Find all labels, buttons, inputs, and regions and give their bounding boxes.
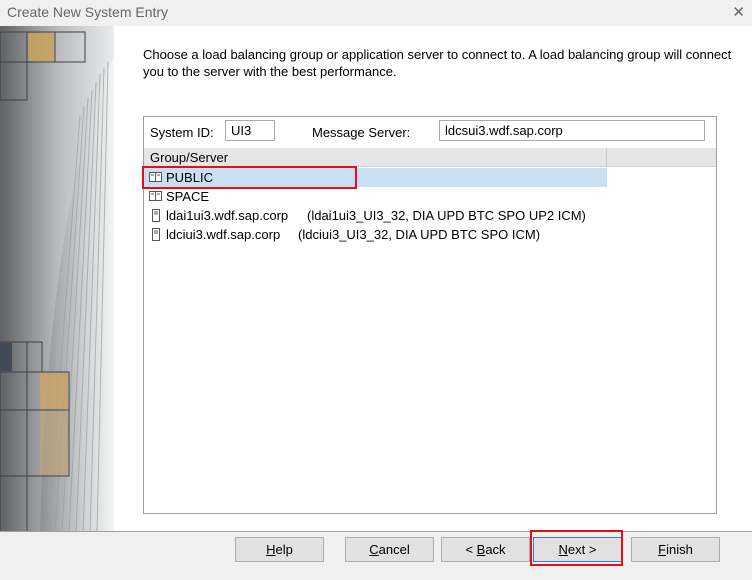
public-highlight-box	[142, 166, 357, 189]
message-server-label: Message Server:	[312, 125, 411, 140]
wizard-content: Choose a load balancing group or applica…	[114, 26, 752, 532]
server-icon	[149, 228, 163, 244]
building-illustration	[0, 26, 114, 532]
list-item-space[interactable]: SPACE	[144, 187, 716, 206]
help-button[interactable]: Help	[235, 537, 324, 562]
back-prefix: <	[465, 542, 477, 557]
system-id-field[interactable]: UI3	[225, 120, 275, 141]
intro-text: Choose a load balancing group or applica…	[143, 47, 732, 79]
column-header-group-server[interactable]: Group/Server	[150, 150, 228, 165]
close-icon[interactable]: ✕	[732, 3, 745, 21]
list-item-name: ldai1ui3.wdf.sap.corp	[166, 208, 289, 223]
group-icon	[149, 190, 163, 205]
column-separator	[606, 148, 607, 167]
back-button[interactable]: < Back	[441, 537, 530, 562]
cancel-label: ancel	[378, 542, 410, 557]
help-label: elp	[275, 542, 293, 557]
list-item-name: ldciui3.wdf.sap.corp	[166, 227, 281, 242]
wizard-side-image	[0, 26, 114, 532]
column-header[interactable]: Group/Server	[144, 148, 716, 167]
finish-button[interactable]: Finish	[631, 537, 720, 562]
help-mnemonic: H	[266, 542, 276, 557]
window-title: Create New System Entry	[7, 4, 169, 20]
cancel-mnemonic: C	[369, 542, 379, 557]
list-item-server-ldciui3[interactable]: ldciui3.wdf.sap.corp (ldciui3_UI3_32, DI…	[144, 225, 716, 244]
list-item-description: (ldciui3_UI3_32, DIA UPD BTC SPO ICM)	[298, 227, 541, 242]
title-bar: Create New System Entry ✕	[0, 0, 752, 26]
server-list-panel: System ID: UI3 Message Server: ldcsui3.w…	[142, 116, 717, 514]
next-highlight-box	[530, 530, 623, 566]
system-id-label: System ID:	[150, 125, 214, 140]
server-icon	[149, 209, 163, 225]
finish-mnemonic: F	[658, 542, 667, 557]
list-item-server-ldai1ui3[interactable]: ldai1ui3.wdf.sap.corp (ldai1ui3_UI3_32, …	[144, 206, 716, 225]
list-item-description: (ldai1ui3_UI3_32, DIA UPD BTC SPO UP2 IC…	[307, 208, 586, 223]
back-label: ack	[485, 542, 506, 557]
cancel-button[interactable]: Cancel	[345, 537, 434, 562]
message-server-field[interactable]: ldcsui3.wdf.sap.corp	[439, 120, 705, 141]
list-item-name: SPACE	[166, 189, 210, 204]
finish-label: inish	[666, 542, 693, 557]
footer-divider	[0, 531, 752, 532]
